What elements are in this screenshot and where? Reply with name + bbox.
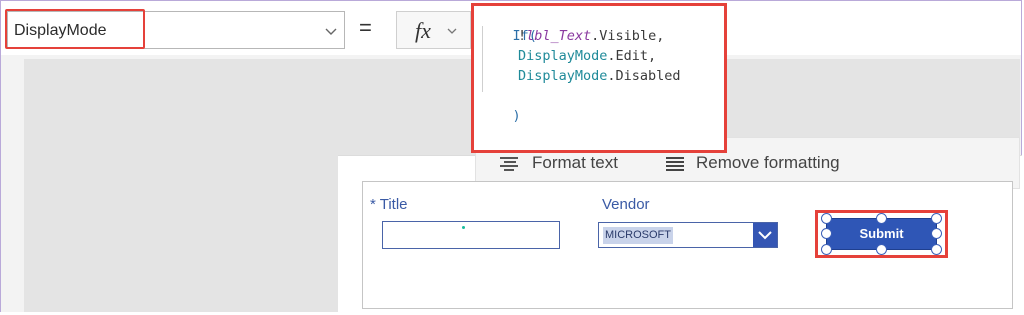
resize-handle-right[interactable]	[931, 228, 942, 239]
title-label: * Title	[370, 196, 408, 213]
code-line-4: DisplayMode.Disabled	[518, 68, 681, 84]
remove-formatting-icon	[666, 157, 684, 171]
code-line-2: !lbl_Text.Visible,	[518, 28, 665, 44]
vendor-dropdown[interactable]: MICROSOFT	[598, 222, 778, 248]
fx-icon: fx	[415, 18, 431, 43]
equals-sign: =	[359, 15, 372, 40]
resize-handle-bottom[interactable]	[876, 244, 887, 255]
chevron-down-icon	[447, 28, 457, 34]
code-line-5: )	[512, 108, 521, 124]
format-text-icon	[500, 157, 518, 171]
vendor-label: Vendor	[602, 196, 650, 213]
vendor-dropdown-button[interactable]	[753, 223, 777, 247]
resize-handle-top[interactable]	[876, 213, 887, 224]
cursor-dot	[462, 226, 465, 229]
formula-editor[interactable]: If( !lbl_Text.Visible, DisplayMode.Edit,…	[471, 3, 727, 153]
code-line-3: DisplayMode.Edit,	[518, 48, 657, 64]
vendor-selected-value: MICROSOFT	[603, 227, 673, 244]
resize-handle-top-right[interactable]	[931, 213, 942, 224]
resize-handle-bottom-left[interactable]	[821, 244, 832, 255]
dropdown-chevron-icon	[758, 231, 772, 240]
resize-handle-left[interactable]	[821, 228, 832, 239]
remove-formatting-button[interactable]: Remove formatting	[696, 153, 840, 173]
resize-handle-top-left[interactable]	[821, 213, 832, 224]
format-text-button[interactable]: Format text	[532, 153, 618, 173]
property-highlight-box	[5, 9, 145, 49]
title-input[interactable]	[382, 221, 560, 249]
fx-button[interactable]: fx	[396, 11, 471, 49]
resize-handle-bottom-right[interactable]	[931, 244, 942, 255]
chevron-down-icon	[325, 28, 337, 35]
